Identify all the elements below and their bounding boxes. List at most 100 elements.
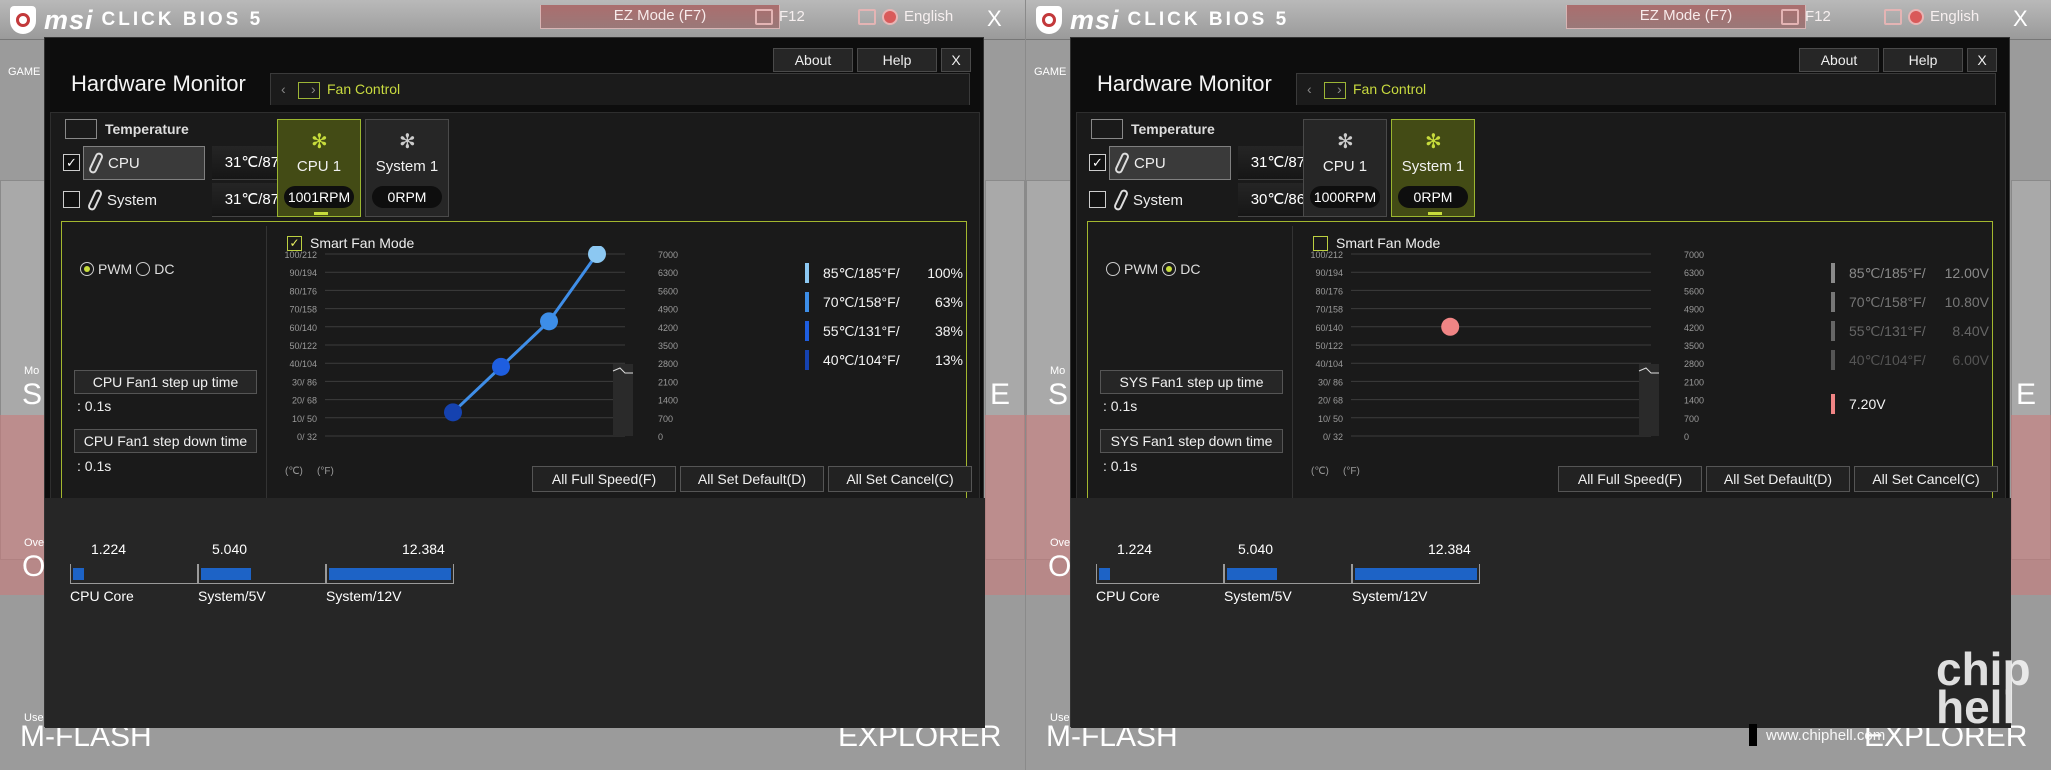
left-tick-label: 50/122 [1315,341,1343,351]
bg-red-panel [985,415,1025,595]
left-tick-label: 40/104 [289,359,317,369]
left-tick-label: 40/104 [1315,359,1343,369]
f12-label: F12 [779,8,805,25]
temperature-label: Temperature [105,121,189,137]
sensor-cpu[interactable]: CPU [1109,146,1231,180]
dc-radio[interactable] [136,262,151,276]
all-full-speed-button[interactable]: All Full Speed(F) [532,466,676,492]
system-sensor-checkbox[interactable] [63,191,80,208]
right-tick-label: 6300 [1684,268,1704,278]
f12-label: F12 [1805,8,1831,25]
step-down-time-button[interactable]: CPU Fan1 step down time [74,429,257,453]
chevron-right-icon: › [1337,81,1342,97]
right-tick-label: 2800 [658,359,678,369]
pwm-radio[interactable] [80,262,94,276]
sensor-system[interactable]: System [1109,183,1231,217]
legend-value: 6.00V [1952,352,1989,368]
fan-name: CPU 1 [296,158,342,175]
language-button[interactable]: English [1884,8,1979,25]
fan-tab-system1[interactable]: ✻ System 1 0RPM [1391,119,1475,217]
msi-logo: msi CLICK BIOS 5 [1036,5,1289,35]
pwm-label: PWM [1124,261,1159,277]
fan-control-tab[interactable]: ‹ › Fan Control [270,73,970,105]
voltage-bar-fill [1227,568,1277,580]
side-label: O [22,550,46,583]
help-button[interactable]: Help [857,48,937,72]
legend-value: 38% [934,323,963,339]
right-screenshot: msi CLICK BIOS 5 EZ Mode (F7) F12 Englis… [1026,0,2051,770]
bios-close-button[interactable]: X [987,6,1002,32]
right-tick-label: 2100 [1684,377,1704,387]
left-tick-label: 10/ 50 [292,414,317,424]
globe-icon [882,8,898,25]
right-tick-label: 5600 [658,286,678,296]
fan-rpm: 1001RPM [284,186,354,208]
step-down-time-button[interactable]: SYS Fan1 step down time [1100,429,1283,453]
dialog-title: Hardware Monitor [71,71,246,96]
dialog-close-button[interactable]: X [1967,48,1997,72]
voltage-bar [198,564,326,584]
cpu-sensor-checkbox[interactable]: ✓ [1089,154,1106,171]
voltage-label: System/5V [198,588,266,604]
ez-mode-button[interactable]: EZ Mode (F7) [1566,5,1806,29]
ez-mode-button[interactable]: EZ Mode (F7) [540,5,780,29]
system-sensor-checkbox[interactable] [1089,191,1106,208]
screenshot-button[interactable]: F12 [755,8,805,25]
fan-tab-cpu1[interactable]: ✻ CPU 1 1000RPM [1303,119,1387,217]
language-label: English [1930,8,1980,25]
dc-radio[interactable] [1162,262,1177,276]
collapse-temperature-icon[interactable] [1091,119,1123,139]
hardware-monitor-dialog: About Help X Hardware Monitor ‹ › Fan Co… [44,37,985,728]
fan-curve-chart[interactable]: 100/212 700090/194 630080/176 560070/158 490… [270,246,710,476]
watermark-url: www.chiphell.com [1766,727,1886,744]
help-button[interactable]: Help [1883,48,1963,72]
chiphell-watermark-logo: chip hell [1936,643,2031,733]
dc-voltage-swatch [1831,394,1835,414]
sensor-cpu[interactable]: CPU [83,146,205,180]
about-button[interactable]: About [1799,48,1879,72]
globe-icon [1908,8,1924,25]
collapse-temperature-icon[interactable] [65,119,97,139]
legend-temp: 85℃/185°F/ [1849,264,1926,281]
voltage-bar-fill [73,568,84,580]
temperature-header: Temperature [65,116,189,142]
about-button[interactable]: About [773,48,853,72]
voltage-value: 5.040 [212,541,248,557]
fan-curve-line [451,253,599,414]
all-set-default-button[interactable]: All Set Default(D) [680,466,824,492]
step-up-time-button[interactable]: SYS Fan1 step up time [1100,370,1283,394]
right-tick-label: 3500 [658,341,678,351]
all-full-speed-button[interactable]: All Full Speed(F) [1558,466,1702,492]
voltage-bar-fill [1355,568,1477,580]
voltage-value: 5.040 [1238,541,1274,557]
pwm-label: PWM [98,261,133,277]
dialog-close-button[interactable]: X [941,48,971,72]
all-set-cancel-button[interactable]: All Set Cancel(C) [1854,466,1998,492]
step-up-time-button[interactable]: CPU Fan1 step up time [74,370,257,394]
fan-tab-cpu1[interactable]: ✻ CPU 1 1001RPM [277,119,361,217]
fan-tab-system1[interactable]: ✻ System 1 0RPM [365,119,449,217]
language-button[interactable]: English [858,8,953,25]
cpu-sensor-checkbox[interactable]: ✓ [63,154,80,171]
screenshot-button[interactable]: F12 [1781,8,1831,25]
sensor-system[interactable]: System [83,183,205,217]
bios-close-button[interactable]: X [2013,6,2028,32]
left-tick-label: 20/ 68 [292,396,317,406]
fan-control-tab[interactable]: ‹ › Fan Control [1296,73,1996,105]
left-tick-label: 100/212 [1310,250,1343,260]
fan-icon: ✻ [1425,131,1442,153]
search-icon [858,8,876,25]
legend-item: 55℃/131°F/38% [805,321,963,341]
left-tick-label: 10/ 50 [1318,414,1343,424]
legend-value: 12.00V [1944,265,1989,281]
fan-chart-icon [1324,82,1346,99]
all-set-cancel-button[interactable]: All Set Cancel(C) [828,466,972,492]
unit-f-label: (°F) [317,466,334,476]
pwm-radio[interactable] [1106,262,1120,276]
rpm-history-bar [1639,364,1659,436]
language-label: English [904,8,954,25]
all-set-default-button[interactable]: All Set Default(D) [1706,466,1850,492]
legend-swatch [1831,263,1835,283]
dc-voltage-value: 7.20V [1849,396,1886,412]
fan-curve-chart[interactable]: 100/212 700090/194 630080/176 560070/158 490… [1296,246,1736,476]
